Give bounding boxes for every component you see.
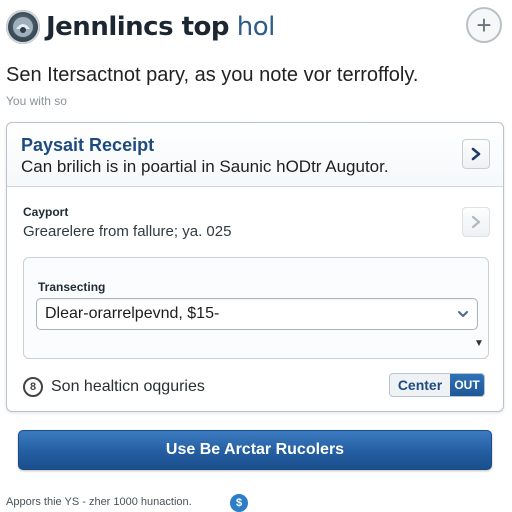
app-title-accent: hol xyxy=(236,12,276,42)
center-toggle[interactable]: Center OUT xyxy=(389,373,485,397)
chevron-down-icon xyxy=(457,306,469,322)
receipt-header[interactable]: Paysait Receipt Can brilich is in poarti… xyxy=(7,123,503,187)
payment-open-button[interactable] xyxy=(462,207,490,237)
intro-text: Sen Itersactnot pary, as you note vor te… xyxy=(6,64,419,86)
info-circle-icon: 8 xyxy=(23,377,43,397)
out-toggle-label[interactable]: OUT xyxy=(450,374,484,396)
center-toggle-label[interactable]: Center xyxy=(390,374,450,396)
app-header: Jennlincs top hol + xyxy=(0,0,512,52)
app-logo-icon xyxy=(6,10,40,44)
add-button[interactable]: + xyxy=(466,7,502,43)
expand-arrow-icon[interactable]: ▼ xyxy=(474,338,484,349)
footer-text: Appors thie YS - zher 1000 hunaction. xyxy=(6,496,192,508)
app-title-main: Jennlincs top xyxy=(46,12,230,42)
transaction-select[interactable]: Dlear-orarrelpevnd, $15- xyxy=(36,298,478,330)
plus-icon: + xyxy=(476,10,492,40)
info-text: Son healticn oqguries xyxy=(51,378,205,395)
chevron-right-icon xyxy=(471,215,481,229)
intro-subtext: You with so xyxy=(6,94,67,108)
chevron-right-icon xyxy=(471,147,481,161)
payment-value: Grearelere from fallure; ya. 025 xyxy=(23,223,232,240)
receipt-description: Can brilich is in poartial in Saunic hOD… xyxy=(21,157,389,176)
transaction-panel: Transecting Dlear-orarrelpevnd, $15- ▼ xyxy=(23,257,489,359)
receipt-title: Paysait Receipt xyxy=(21,135,155,155)
receipt-open-button[interactable] xyxy=(462,139,490,169)
dollar-badge-icon[interactable]: $ xyxy=(230,494,248,512)
info-row: 8 Son healticn oqguries xyxy=(23,375,205,399)
payment-label: Cayport xyxy=(23,205,69,219)
receipt-card: Paysait Receipt Can brilich is in poarti… xyxy=(6,122,504,412)
primary-action-button[interactable]: Use Be Arctar Rucolers xyxy=(18,430,492,470)
transaction-select-value: Dlear-orarrelpevnd, $15- xyxy=(45,305,220,322)
app-title: Jennlincs top hol xyxy=(46,12,275,42)
transaction-label: Transecting xyxy=(38,280,106,294)
